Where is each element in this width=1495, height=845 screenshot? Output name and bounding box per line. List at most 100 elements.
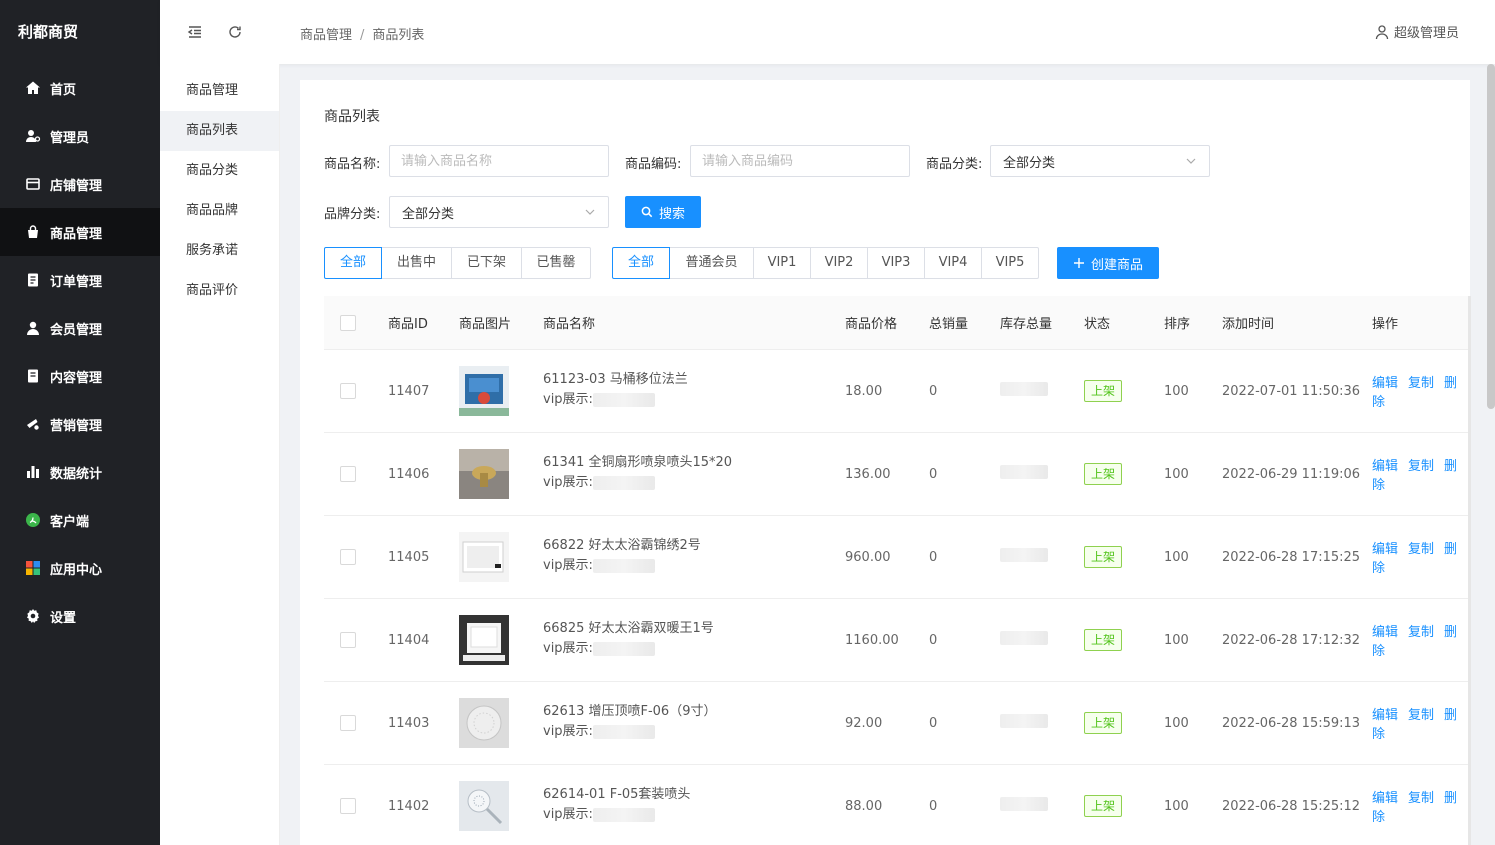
subnav-item[interactable]: 服务承诺 — [160, 231, 279, 271]
row-checkbox[interactable] — [340, 383, 356, 399]
search-button[interactable]: 搜索 — [625, 196, 701, 228]
goods-price: 92.00 — [845, 715, 883, 731]
goods-name: 62614-01 F-05套装喷头 — [543, 787, 691, 802]
goods-sort: 100 — [1164, 632, 1189, 648]
row-checkbox[interactable] — [340, 632, 356, 648]
nav-item-stats[interactable]: 数据统计 — [0, 448, 160, 496]
nav-item-order[interactable]: 订单管理 — [0, 256, 160, 304]
goods-created-time: 2022-06-29 11:19:06 — [1222, 466, 1361, 482]
row-checkbox[interactable] — [340, 798, 356, 814]
subnav-item[interactable]: 商品品牌 — [160, 191, 279, 231]
nav-item-goods[interactable]: 商品管理 — [0, 208, 160, 256]
brand-category-select[interactable]: 全部分类 — [389, 196, 609, 228]
header-id: 商品ID — [388, 317, 428, 332]
goods-stock-masked — [1000, 797, 1048, 811]
vip-price-masked — [592, 808, 655, 822]
goods-name-label: 商品名称: — [324, 157, 381, 172]
edit-button[interactable]: 编辑 — [1372, 542, 1398, 557]
member-tab[interactable]: VIP4 — [924, 247, 982, 279]
header-sales: 总销量 — [929, 317, 969, 332]
goods-thumbnail — [459, 615, 543, 665]
edit-button[interactable]: 编辑 — [1372, 376, 1398, 391]
vip-price-masked — [592, 476, 655, 490]
user-menu[interactable]: 超级管理员 — [1374, 22, 1459, 41]
status-badge: 上架 — [1084, 712, 1123, 734]
status-tab[interactable]: 已下架 — [451, 247, 522, 279]
nav-item-content[interactable]: 内容管理 — [0, 352, 160, 400]
goods-name-input[interactable] — [389, 145, 609, 177]
copy-button[interactable]: 复制 — [1408, 542, 1434, 557]
nav-item-admin[interactable]: 管理员 — [0, 112, 160, 160]
goods-thumbnail — [459, 698, 543, 748]
top-header: 商品管理 / 商品列表 超级管理员 — [160, 0, 1495, 64]
goods-name: 66825 好太太浴霸双暖王1号 — [543, 621, 714, 636]
marketing-icon — [24, 415, 42, 433]
goods-code-input[interactable] — [690, 145, 910, 177]
copy-button[interactable]: 复制 — [1408, 459, 1434, 474]
member-tab[interactable]: 全部 — [612, 247, 670, 279]
gear-icon — [24, 607, 42, 625]
store-icon — [24, 175, 42, 193]
collapse-menu-icon[interactable] — [185, 22, 205, 42]
nav-item-client[interactable]: 客户端 — [0, 496, 160, 544]
member-tab[interactable]: VIP3 — [867, 247, 925, 279]
bar-chart-icon — [24, 463, 42, 481]
status-tab[interactable]: 全部 — [324, 247, 382, 279]
copy-button[interactable]: 复制 — [1408, 708, 1434, 723]
create-goods-button[interactable]: 创建商品 — [1057, 247, 1159, 279]
edit-button[interactable]: 编辑 — [1372, 791, 1398, 806]
header-time: 添加时间 — [1222, 317, 1275, 332]
nav-item-label: 内容管理 — [50, 370, 103, 386]
subnav-item[interactable]: 商品分类 — [160, 151, 279, 191]
nav-item-marketing[interactable]: 营销管理 — [0, 400, 160, 448]
copy-button[interactable]: 复制 — [1408, 625, 1434, 640]
member-tab[interactable]: VIP5 — [981, 247, 1039, 279]
vip-prefix: vip展示: — [543, 392, 593, 407]
member-tab[interactable]: 普通会员 — [669, 247, 754, 279]
status-filter-tabs: 全部 出售中 已下架 已售罄 — [324, 247, 591, 279]
goods-created-time: 2022-06-28 17:15:25 — [1222, 549, 1361, 565]
goods-stock-masked — [1000, 382, 1048, 396]
search-button-label: 搜索 — [658, 206, 685, 222]
row-checkbox[interactable] — [340, 466, 356, 482]
goods-thumbnail — [459, 781, 543, 831]
copy-button[interactable]: 复制 — [1408, 376, 1434, 391]
header-ops: 操作 — [1372, 317, 1399, 332]
goods-code-label: 商品编码: — [625, 157, 682, 172]
sub-sidebar: 商品管理 商品列表 商品分类 商品品牌 服务承诺 商品评价 — [160, 64, 280, 845]
select-all-checkbox[interactable] — [340, 314, 356, 331]
subnav-item[interactable]: 商品评价 — [160, 271, 279, 311]
member-tab[interactable]: VIP1 — [753, 247, 811, 279]
edit-button[interactable]: 编辑 — [1372, 459, 1398, 474]
subnav-item[interactable]: 商品列表 — [160, 111, 279, 151]
edit-button[interactable]: 编辑 — [1372, 625, 1398, 640]
breadcrumb-root[interactable]: 商品管理 — [300, 28, 352, 43]
edit-button[interactable]: 编辑 — [1372, 708, 1398, 723]
goods-category-select[interactable]: 全部分类 — [990, 145, 1210, 177]
main-sidebar: 利都商贸 首页 管理员 店铺管理 商品管理 订单管理 会员管理 内容管理 营销管理 数据统计 客户… — [0, 0, 160, 845]
subnav-item[interactable]: 商品管理 — [160, 71, 279, 111]
row-checkbox[interactable] — [340, 549, 356, 565]
copy-button[interactable]: 复制 — [1408, 791, 1434, 806]
table-scroll-track[interactable] — [1468, 296, 1471, 845]
status-badge: 上架 — [1084, 795, 1123, 817]
search-icon — [641, 206, 653, 218]
shopping-bag-icon — [24, 223, 42, 241]
nav-item-settings[interactable]: 设置 — [0, 592, 160, 640]
nav-item-member[interactable]: 会员管理 — [0, 304, 160, 352]
nav-item-store[interactable]: 店铺管理 — [0, 160, 160, 208]
table-row: 11404 66825 好太太浴霸双暖王1号 vip展示: 1160.00 0 上架 100… — [324, 599, 1470, 682]
nav-item-label: 设置 — [50, 610, 77, 626]
refresh-icon[interactable] — [225, 22, 245, 42]
nav-item-apps[interactable]: 应用中心 — [0, 544, 160, 592]
goods-name: 61341 全铜扇形喷泉喷头15*20 — [543, 455, 733, 470]
row-checkbox[interactable] — [340, 715, 356, 731]
page-scrollbar[interactable] — [1487, 64, 1495, 409]
goods-thumbnail — [459, 449, 543, 499]
nav-item-home[interactable]: 首页 — [0, 64, 160, 112]
status-tab[interactable]: 出售中 — [381, 247, 452, 279]
goods-stock-masked — [1000, 714, 1048, 728]
member-tab[interactable]: VIP2 — [810, 247, 868, 279]
status-tab[interactable]: 已售罄 — [521, 247, 591, 279]
vip-price-masked — [592, 393, 655, 407]
